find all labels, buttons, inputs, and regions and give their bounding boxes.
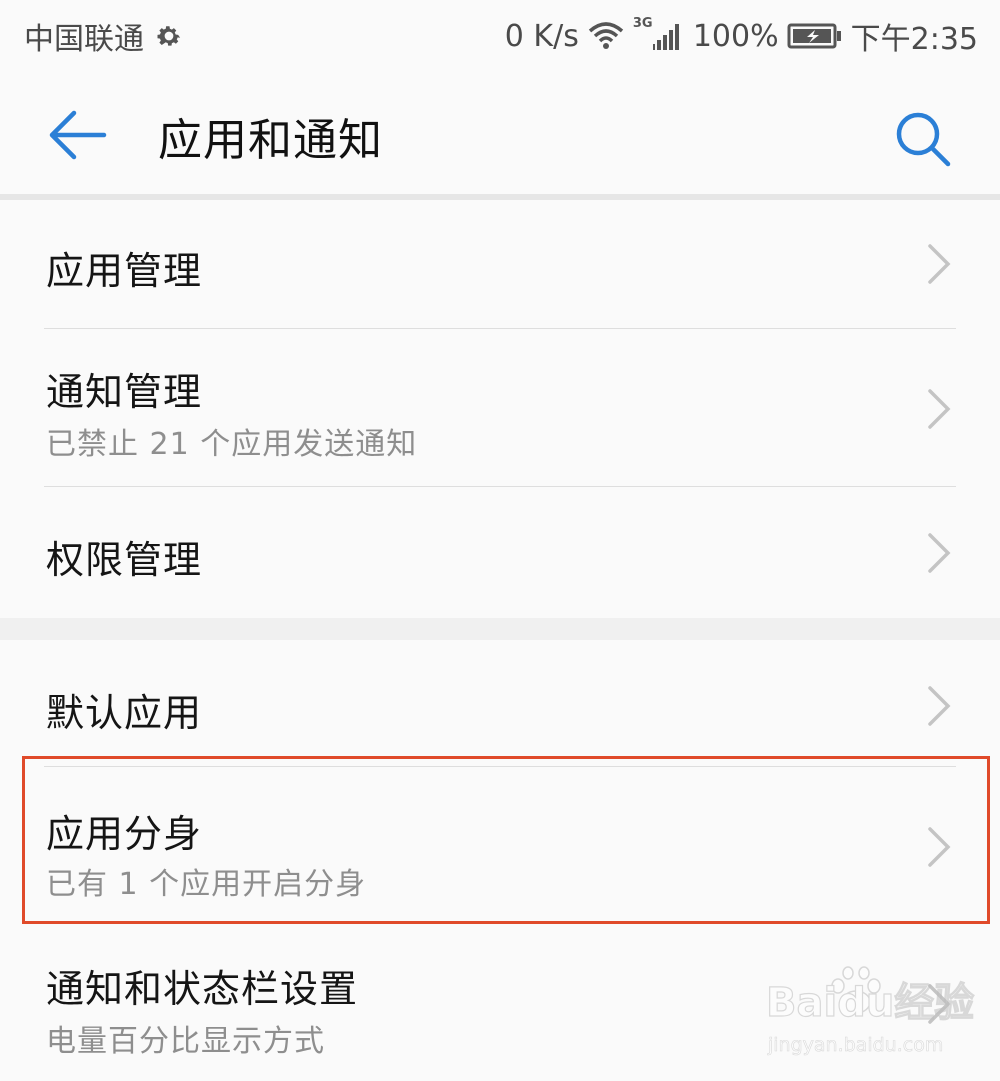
clock: 下午2:35 — [850, 22, 978, 57]
signal-icon: 3G — [633, 16, 685, 52]
app-bar: 应用和通知 — [0, 72, 1000, 194]
arrow-left-icon — [49, 110, 107, 160]
battery-percent: 100% — [692, 18, 779, 54]
watermark-title: Baidu经验 — [765, 979, 975, 1026]
gear-icon — [154, 21, 184, 51]
wifi-icon — [587, 21, 625, 51]
item-title: 默认应用 — [46, 691, 203, 735]
chevron-right-icon — [928, 389, 951, 429]
status-bar: 中国联通 0 K/s 3G 100% 下午2:35 — [0, 0, 1000, 72]
settings-item-app-management[interactable]: 应用管理 — [0, 200, 1000, 328]
back-button[interactable] — [46, 108, 108, 162]
item-title: 应用管理 — [46, 249, 203, 293]
highlight-box — [22, 756, 990, 924]
chevron-right-icon — [928, 686, 951, 726]
baidu-watermark: Baidu经验 jingyan.baidu.com — [760, 960, 990, 1070]
search-button[interactable] — [892, 108, 954, 170]
page-title: 应用和通知 — [158, 115, 383, 166]
network-speed: 0 K/s — [504, 18, 579, 54]
status-right: 0 K/s 3G 100% 下午2:35 — [505, 14, 978, 58]
item-title: 通知和状态栏设置 — [46, 967, 359, 1011]
search-icon — [896, 112, 951, 167]
item-title: 通知管理 — [46, 370, 203, 414]
settings-item-notification-management[interactable]: 通知管理 已禁止 21 个应用发送通知 — [0, 329, 1000, 486]
group-separator — [0, 618, 1000, 640]
item-subtitle: 已禁止 21 个应用发送通知 — [46, 427, 418, 462]
chevron-right-icon — [928, 244, 951, 284]
item-title: 权限管理 — [46, 538, 203, 582]
carrier-label: 中国联通 — [24, 22, 144, 57]
item-subtitle: 电量百分比显示方式 — [46, 1024, 325, 1059]
chevron-right-icon — [928, 533, 951, 573]
settings-item-permission-management[interactable]: 权限管理 — [0, 487, 1000, 618]
watermark-url: jingyan.baidu.com — [768, 1034, 944, 1057]
battery-charging-icon — [787, 22, 843, 50]
settings-item-default-apps[interactable]: 默认应用 — [0, 640, 1000, 766]
status-left: 中国联通 — [24, 14, 184, 58]
